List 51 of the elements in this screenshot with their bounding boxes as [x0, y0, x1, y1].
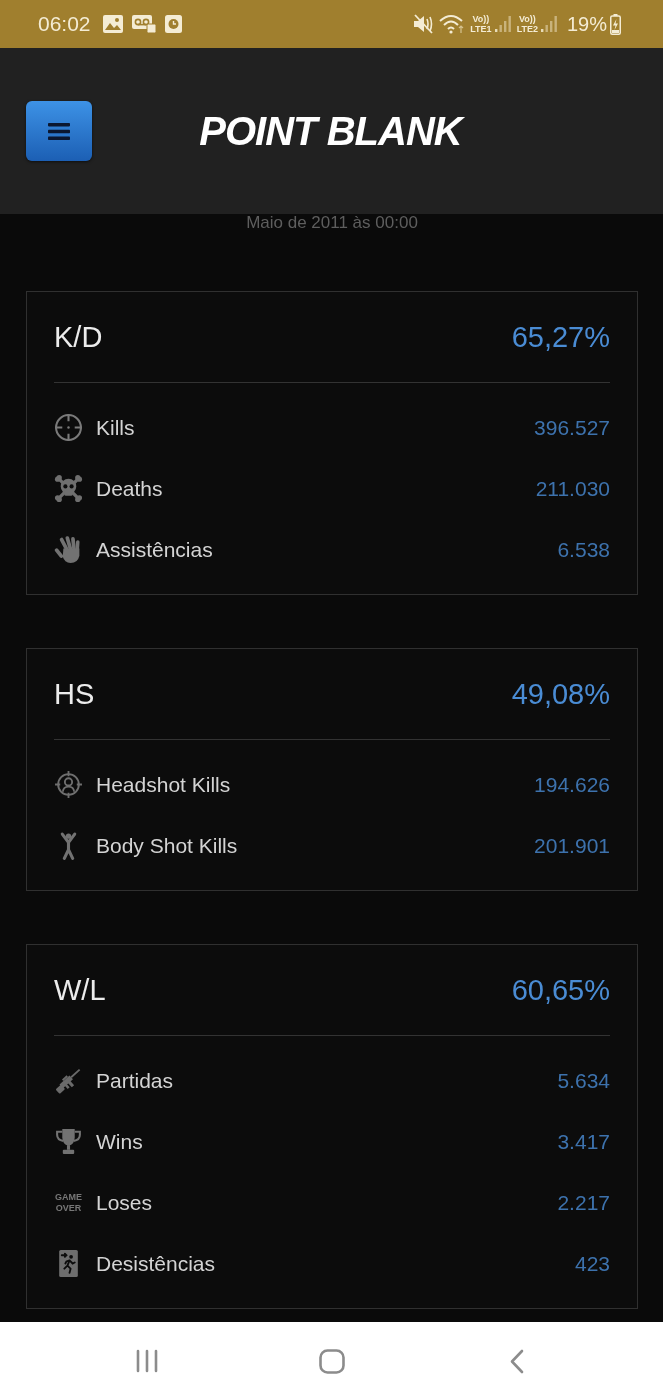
stat-label: Loses: [96, 1190, 153, 1215]
battery-charging-icon: [610, 13, 621, 35]
menu-button[interactable]: [26, 101, 92, 161]
battery-percentage: 19%: [566, 12, 607, 36]
clock-icon: [164, 15, 182, 33]
skull-crossbones-icon: [54, 474, 83, 503]
card-percentage: 60,65%: [511, 973, 610, 1007]
signal-icon: [494, 16, 511, 32]
rifle-icon: [54, 1066, 83, 1095]
hand-icon: [54, 535, 83, 564]
target-person-icon: [54, 770, 83, 799]
stat-label: Body Shot Kills: [96, 833, 238, 858]
card-percentage: 49,08%: [511, 677, 610, 711]
date-line: Maio de 2011 às 00:00: [246, 213, 418, 233]
volte-label: Vo)): [472, 14, 490, 24]
card-title: HS: [54, 677, 95, 711]
voicemail-icon: [131, 15, 156, 33]
stat-value: 201.901: [534, 833, 610, 858]
card-title: W/L: [54, 973, 106, 1007]
mute-icon: [413, 14, 435, 34]
stat-value: 5.634: [557, 1068, 610, 1093]
trophy-icon: [54, 1127, 83, 1156]
home-icon[interactable]: [318, 1348, 345, 1374]
signal-icon: [540, 16, 557, 32]
stat-label: Partidas: [96, 1068, 174, 1093]
gallery-icon: [102, 15, 123, 33]
stat-label: Kills: [96, 415, 135, 440]
stat-value: 3.417: [557, 1129, 610, 1154]
stat-value: 423: [574, 1251, 610, 1276]
stat-value: 211.030: [535, 476, 610, 501]
stat-label: Desistências: [96, 1251, 216, 1276]
stat-label: Deaths: [96, 476, 163, 501]
card-title: K/D: [54, 320, 103, 354]
stat-value: 6.538: [557, 537, 610, 562]
wifi-icon: [439, 14, 466, 34]
menu-icon: [48, 122, 70, 140]
game-over-text: GAME OVER: [54, 1191, 83, 1214]
volte-label: Vo)): [518, 14, 536, 24]
stat-label: Headshot Kills: [96, 772, 231, 797]
stat-value: 396.527: [534, 415, 610, 440]
back-icon[interactable]: [509, 1348, 524, 1374]
network-type-label: LTE2: [516, 24, 538, 34]
status-time: 06:02: [38, 12, 91, 36]
stat-label: Assistências: [96, 537, 213, 562]
network-type-label: LTE1: [470, 24, 492, 34]
stat-label: Wins: [96, 1129, 143, 1154]
card-percentage: 65,27%: [511, 320, 610, 354]
stat-value: 194.626: [534, 772, 610, 797]
stat-value: 2.217: [557, 1190, 610, 1215]
crosshair-icon: [54, 413, 83, 442]
recent-apps-icon[interactable]: [135, 1349, 158, 1373]
